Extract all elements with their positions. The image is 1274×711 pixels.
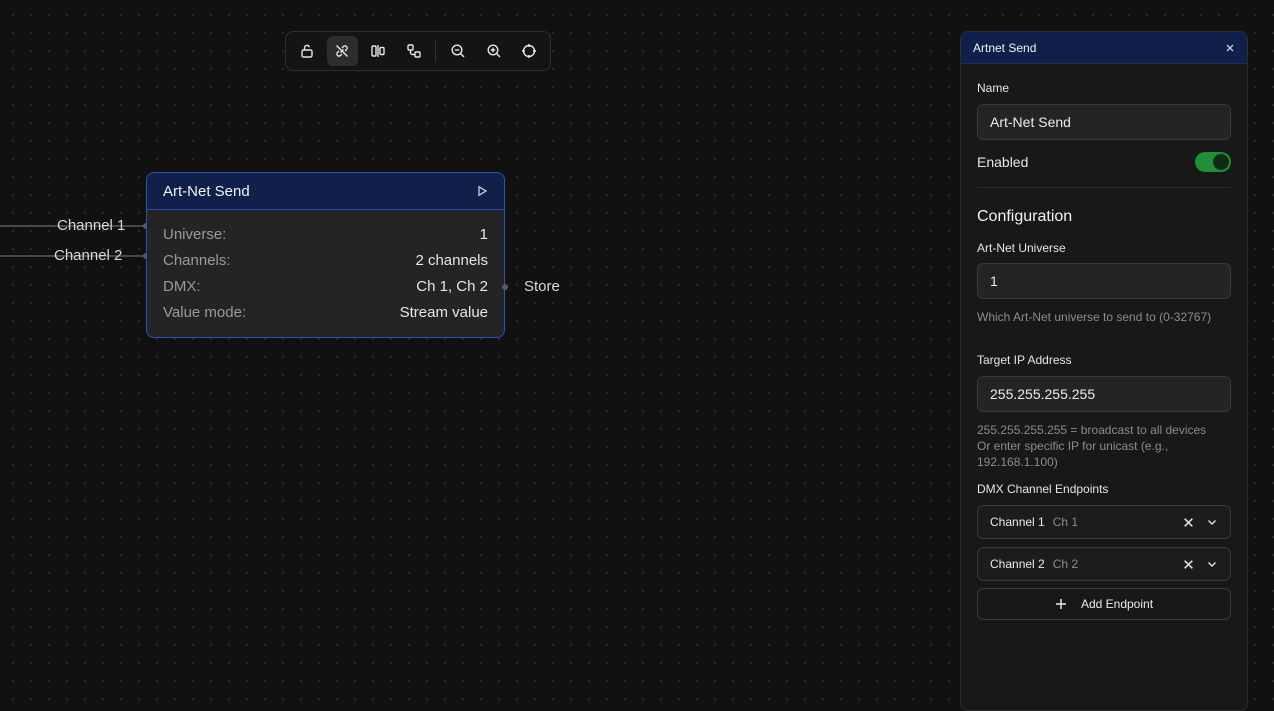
input-port-label-channel-2: Channel 2 xyxy=(54,247,123,264)
properties-panel: Artnet Send Name Art-Net Send Enabled Co… xyxy=(960,31,1248,711)
universe-help-text: Which Art-Net universe to send to (0-327… xyxy=(977,310,1212,324)
toolbar-divider xyxy=(435,40,437,62)
node-row-value-mode: Value mode: Stream value xyxy=(163,300,488,326)
endpoint-name: Channel 1 xyxy=(990,515,1045,529)
remove-endpoint-button[interactable] xyxy=(1183,559,1194,570)
panel-header: Artnet Send xyxy=(961,32,1247,64)
universe-label: Art-Net Universe xyxy=(977,241,1066,255)
section-divider xyxy=(977,187,1231,188)
node-row-key: Channels: xyxy=(163,252,231,269)
play-icon xyxy=(478,185,488,197)
output-port-label-store: Store xyxy=(524,278,560,295)
node-body: Universe: 1 Channels: 2 channels DMX: Ch… xyxy=(147,210,504,326)
lock-open-icon xyxy=(301,44,313,58)
configuration-heading: Configuration xyxy=(977,208,1073,225)
node-row-dmx: DMX: Ch 1, Ch 2 xyxy=(163,274,488,300)
canvas-toolbar xyxy=(285,31,551,71)
close-icon xyxy=(1184,517,1193,527)
endpoint-channel: Ch 1 xyxy=(1052,515,1079,529)
auto-layout-button[interactable] xyxy=(398,36,430,66)
output-port-handle[interactable] xyxy=(502,284,508,290)
zoom-in-button[interactable] xyxy=(478,36,510,66)
chevron-down-icon xyxy=(1208,562,1216,567)
remove-endpoint-button[interactable] xyxy=(1183,517,1194,528)
align-button[interactable] xyxy=(362,36,394,66)
node-row-key: Universe: xyxy=(163,226,227,243)
fit-view-icon xyxy=(522,44,537,58)
zoom-in-icon xyxy=(487,44,501,58)
name-label: Name xyxy=(977,81,1010,95)
art-net-send-node[interactable]: Art-Net Send Universe: 1 Channels: 2 cha… xyxy=(146,172,505,338)
enabled-label: Enabled xyxy=(977,154,1029,170)
expand-endpoint-button[interactable] xyxy=(1206,558,1218,570)
expand-endpoint-button[interactable] xyxy=(1206,516,1218,528)
node-row-channels: Channels: 2 channels xyxy=(163,248,488,274)
zoom-out-button[interactable] xyxy=(442,36,474,66)
panel-title: Artnet Send xyxy=(973,40,1037,55)
close-icon xyxy=(1184,559,1193,569)
close-icon xyxy=(1226,44,1234,51)
ip-input[interactable]: 255.255.255.255 xyxy=(977,376,1231,412)
ip-help-broadcast: 255.255.255.255 = broadcast to all devic… xyxy=(977,423,1207,437)
chevron-down-icon xyxy=(1208,520,1216,525)
layout-icon xyxy=(406,44,421,58)
endpoint-actions xyxy=(1183,516,1218,528)
node-title: Art-Net Send xyxy=(163,182,250,200)
node-row-value: Stream value xyxy=(399,304,488,321)
endpoints-label: DMX Channel Endpoints xyxy=(977,482,1109,496)
endpoint-item[interactable]: Channel 1 Ch 1 xyxy=(977,505,1231,539)
endpoint-item[interactable]: Channel 2 Ch 2 xyxy=(977,547,1231,581)
endpoint-actions xyxy=(1183,558,1218,570)
add-endpoint-button[interactable]: Add Endpoint xyxy=(977,588,1231,620)
input-port-label-channel-1: Channel 1 xyxy=(57,217,126,234)
lock-toggle-button[interactable] xyxy=(291,36,323,66)
endpoint-name: Channel 2 xyxy=(990,557,1045,571)
fit-view-button[interactable] xyxy=(513,36,545,66)
plus-icon xyxy=(1055,598,1067,610)
node-row-key: DMX: xyxy=(163,278,201,295)
endpoint-channel: Ch 2 xyxy=(1052,557,1079,571)
name-input[interactable]: Art-Net Send xyxy=(977,104,1231,140)
align-icon xyxy=(371,45,385,57)
play-button[interactable] xyxy=(476,185,488,197)
node-row-value: 1 xyxy=(479,226,488,243)
ip-label: Target IP Address xyxy=(977,353,1072,367)
universe-input[interactable]: 1 xyxy=(977,263,1231,299)
enabled-toggle[interactable] xyxy=(1195,152,1231,172)
toggle-knob xyxy=(1213,154,1229,170)
snap-link-icon xyxy=(336,45,349,57)
ip-help-unicast: Or enter specific IP for unicast (e.g., … xyxy=(977,439,1169,469)
add-endpoint-label: Add Endpoint xyxy=(1080,597,1154,611)
close-button[interactable] xyxy=(1225,43,1235,53)
zoom-out-icon xyxy=(451,44,465,58)
node-row-universe: Universe: 1 xyxy=(163,222,488,248)
node-row-value: 2 channels xyxy=(415,252,488,269)
snap-link-button[interactable] xyxy=(326,36,359,66)
node-row-value: Ch 1, Ch 2 xyxy=(416,278,488,295)
node-row-key: Value mode: xyxy=(163,304,247,321)
node-header: Art-Net Send xyxy=(147,173,504,210)
